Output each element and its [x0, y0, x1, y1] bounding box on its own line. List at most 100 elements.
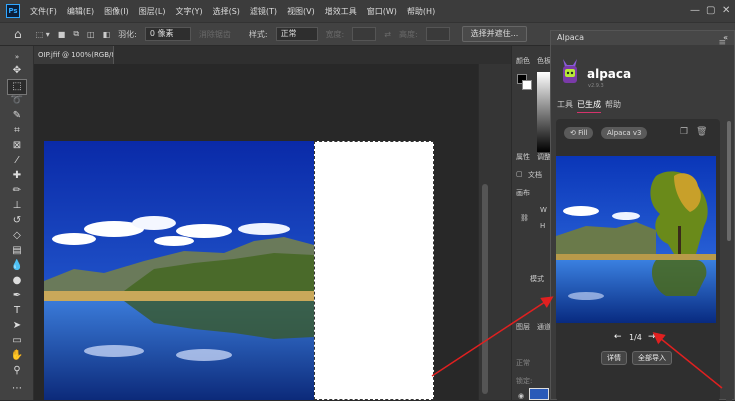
link-icon[interactable]: ⛓	[520, 214, 529, 222]
pen-tool-icon[interactable]: ✒	[8, 289, 26, 303]
alpaca-scrollbar[interactable]	[726, 119, 732, 401]
menu-file[interactable]: 文件(F)	[25, 6, 62, 17]
menu-plugins[interactable]: 增效工具	[320, 6, 362, 17]
minimize-icon[interactable]: —	[690, 5, 700, 16]
document-tab[interactable]: OIP.jfif @ 100%(RGB/8#) *	[34, 46, 114, 64]
style-label: 样式:	[248, 29, 268, 39]
subtract-selection-icon[interactable]: ◫	[87, 30, 95, 39]
app-version: v2.9.3	[588, 83, 604, 89]
swatches-tab[interactable]: 色板	[537, 56, 551, 66]
select-and-mask-button[interactable]: 选择并遮住...	[461, 26, 528, 42]
color-field[interactable]	[537, 72, 551, 152]
close-icon[interactable]: ✕	[722, 5, 730, 16]
frame-tool-icon[interactable]: ⊠	[8, 139, 26, 153]
type-tool-icon[interactable]: T	[8, 304, 26, 318]
generated-lake-image	[556, 156, 716, 323]
copy-icon[interactable]: ❐	[680, 127, 688, 137]
intersect-selection-icon[interactable]: ◧	[103, 30, 111, 39]
generated-image[interactable]	[556, 156, 716, 323]
move-tool-icon[interactable]: ✥	[8, 64, 26, 78]
collapse-icon[interactable]: »	[8, 50, 26, 64]
eyedropper-tool-icon[interactable]: ⁄	[8, 154, 26, 168]
tag-fill-label: Fill	[578, 129, 588, 137]
color-tab[interactable]: 颜色	[516, 56, 530, 66]
new-selection-icon[interactable]: ■	[58, 30, 66, 39]
menu-layer[interactable]: 图层(L)	[134, 6, 171, 17]
height-input[interactable]	[425, 27, 450, 41]
properties-tab[interactable]: 属性	[516, 152, 530, 162]
generated-result-card: ⟲ Fill Alpaca v3 ❐ 🗑 ← 1/4 → 详情 全部导入	[556, 119, 720, 401]
swap-icon[interactable]: ⇄	[384, 30, 391, 39]
quick-select-tool-icon[interactable]: ✎	[8, 109, 26, 123]
canvas-section-label: 画布	[516, 189, 530, 197]
trash-icon[interactable]: 🗑	[696, 127, 707, 137]
marquee-preset-icon[interactable]: ⬚ ▾	[36, 30, 50, 39]
alpaca-panel: Alpaca « ≡ alpaca v2.9.3 工具 已生成 帮助 ⟲ Fil…	[550, 30, 735, 401]
canvas-vertical-scrollbar[interactable]	[478, 64, 511, 400]
blend-mode-select[interactable]: 正常	[516, 358, 530, 368]
feather-input[interactable]: 0 像素	[144, 27, 191, 41]
photoshop-panels: 颜色 色板 属性 调整 ▢ 文档 画布 W ⛓ H 模式 图层 通道 正常 锁定…	[511, 46, 551, 400]
history-icon: ⟲	[570, 129, 579, 137]
style-select[interactable]: 正常	[275, 27, 318, 41]
history-brush-icon[interactable]: ↺	[8, 214, 26, 228]
zoom-tool-icon[interactable]: ⚲	[8, 364, 26, 378]
menu-image[interactable]: 图像(I)	[99, 6, 134, 17]
alpaca-panel-title: Alpaca	[557, 33, 584, 42]
healing-brush-icon[interactable]: ✚	[8, 169, 26, 183]
layers-tab[interactable]: 图层	[516, 322, 530, 332]
menu-help[interactable]: 帮助(H)	[402, 6, 440, 17]
tab-generated[interactable]: 已生成	[577, 99, 601, 113]
antialias-checkbox[interactable]: 消除锯齿	[199, 29, 231, 40]
add-selection-icon[interactable]: ⧉	[73, 29, 79, 39]
eraser-tool-icon[interactable]: ◇	[8, 229, 26, 243]
blur-tool-icon[interactable]: 💧	[8, 259, 26, 273]
document-icon: ▢	[516, 170, 523, 178]
tools-panel: » ✥ ⬚ ➰ ✎ ⌗ ⊠ ⁄ ✚ ✏ ⊥ ↺ ◇ ▤ 💧 ● ✒ T ➤ ▭ …	[0, 46, 34, 400]
tab-tools[interactable]: 工具	[557, 99, 573, 110]
gradient-tool-icon[interactable]: ▤	[8, 244, 26, 258]
layer-thumbnail[interactable]	[529, 388, 549, 400]
background-color-swatch[interactable]	[522, 80, 532, 90]
path-select-icon[interactable]: ➤	[8, 319, 26, 333]
tab-help[interactable]: 帮助	[605, 99, 621, 110]
marquee-tool-icon[interactable]: ⬚	[7, 79, 27, 95]
mode-label: 模式	[530, 275, 544, 283]
more-tools-icon[interactable]: ⋯	[8, 382, 26, 396]
photoshop-logo: Ps	[6, 4, 20, 18]
height-field-label: H	[540, 222, 546, 230]
alpaca-panel-header: Alpaca «	[551, 31, 734, 45]
width-input[interactable]	[352, 27, 377, 41]
menu-select[interactable]: 选择(S)	[208, 6, 245, 17]
pager-indicator: 1/4	[629, 333, 642, 342]
alpaca-scroll-thumb[interactable]	[727, 121, 731, 241]
dodge-tool-icon[interactable]: ●	[8, 274, 26, 288]
maximize-icon[interactable]: ▢	[706, 5, 715, 16]
tag-fill: ⟲ Fill	[564, 127, 594, 139]
menu-edit[interactable]: 编辑(E)	[62, 6, 99, 17]
shape-tool-icon[interactable]: ▭	[8, 334, 26, 348]
menu-window[interactable]: 窗口(W)	[362, 6, 402, 17]
visibility-eye-icon[interactable]: ◉	[518, 392, 524, 400]
next-image-arrow-icon[interactable]: →	[648, 332, 656, 342]
hand-tool-icon[interactable]: ✋	[8, 349, 26, 363]
details-button[interactable]: 详情	[601, 351, 627, 365]
prev-image-arrow-icon[interactable]: ←	[614, 332, 622, 342]
brush-tool-icon[interactable]: ✏	[8, 184, 26, 198]
menu-filter[interactable]: 滤镜(T)	[245, 6, 282, 17]
channels-tab[interactable]: 通道	[537, 322, 551, 332]
crop-tool-icon[interactable]: ⌗	[8, 124, 26, 138]
tag-model: Alpaca v3	[601, 127, 648, 139]
alpaca-logo	[560, 57, 580, 85]
import-all-button[interactable]: 全部导入	[632, 351, 672, 365]
adjustments-tab[interactable]: 调整	[537, 152, 551, 162]
stamp-tool-icon[interactable]: ⊥	[8, 199, 26, 213]
document-label: 文档	[528, 171, 542, 179]
menu-type[interactable]: 文字(Y)	[170, 6, 207, 17]
transparent-canvas-region	[314, 141, 434, 400]
lasso-tool-icon[interactable]: ➰	[8, 94, 26, 108]
home-icon[interactable]: ⌂	[14, 27, 22, 41]
panel-menu-icon[interactable]: ≡	[718, 38, 726, 48]
menu-view[interactable]: 视图(V)	[282, 6, 320, 17]
scroll-thumb[interactable]	[482, 184, 488, 394]
